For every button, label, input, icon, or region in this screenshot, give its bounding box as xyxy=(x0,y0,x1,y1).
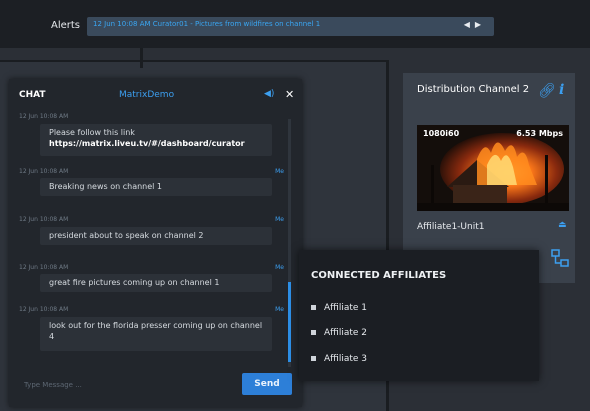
network-icon[interactable] xyxy=(551,249,569,267)
divider xyxy=(0,60,386,62)
channel-title: Distribution Channel 2 xyxy=(417,84,530,95)
message-text: president about to speak on channel 2 xyxy=(49,231,204,240)
speaker-icon[interactable]: ◀) xyxy=(264,89,274,99)
send-button[interactable]: Send xyxy=(242,373,292,395)
affiliate-item[interactable]: Affiliate 3 xyxy=(311,354,367,364)
alerts-nav: ◀▶ xyxy=(464,20,486,29)
chat-message: Breaking news on channel 1 xyxy=(40,178,272,196)
message-time: 12 Jun 10:08 AM xyxy=(19,264,69,271)
affiliate-name: Affiliate 3 xyxy=(324,354,368,364)
chat-message-list[interactable]: 12 Jun 10:08 AM Please follow this link … xyxy=(9,111,302,369)
message-time: 12 Jun 10:08 AM xyxy=(19,168,69,175)
video-resolution: 1080i60 xyxy=(423,129,460,138)
message-text: look out for the florida presser coming … xyxy=(49,321,263,341)
chat-header: CHAT MatrixDemo ◀) ✕ xyxy=(9,79,302,111)
message-sender: Me xyxy=(275,168,284,175)
affiliate-item[interactable]: Affiliate 2 xyxy=(311,328,367,338)
video-bitrate: 6.53 Mbps xyxy=(516,129,563,138)
chevron-right-icon[interactable]: ▶ xyxy=(475,20,486,29)
message-text: great fire pictures coming up on channel… xyxy=(49,278,220,287)
message-sender: Me xyxy=(275,216,284,223)
affiliate-name: Affiliate 2 xyxy=(324,328,368,338)
chat-message-input[interactable] xyxy=(18,375,240,395)
top-bar: Alerts 12 Jun 10:08 AM Curator01 - Pictu… xyxy=(0,0,590,48)
affiliates-title: CONNECTED AFFILIATES xyxy=(311,270,447,281)
chat-message: Please follow this link https://matrix.l… xyxy=(40,124,272,156)
message-text: Please follow this link xyxy=(49,128,135,137)
message-text: Breaking news on channel 1 xyxy=(49,182,163,191)
unit-name: Affiliate1-Unit1 xyxy=(417,222,485,232)
bullet-icon xyxy=(311,305,316,310)
message-meta: 12 Jun 10:08 AM Me xyxy=(19,168,284,175)
alerts-label: Alerts xyxy=(51,20,81,31)
bullet-icon xyxy=(311,356,316,361)
chat-title: CHAT xyxy=(19,90,46,100)
message-meta: 12 Jun 10:08 AM Me xyxy=(19,216,284,223)
info-icon[interactable]: i xyxy=(559,82,564,98)
video-thumbnail[interactable]: 1080i60 6.53 Mbps xyxy=(417,125,569,211)
alerts-ticker[interactable]: 12 Jun 10:08 AM Curator01 - Pictures fro… xyxy=(87,17,494,36)
chat-room-name: MatrixDemo xyxy=(119,90,175,100)
link-icon[interactable]: 🔗︎ xyxy=(538,83,556,99)
message-meta: 12 Jun 10:08 AM Me xyxy=(19,306,284,313)
chevron-left-icon[interactable]: ◀ xyxy=(464,20,475,29)
close-icon[interactable]: ✕ xyxy=(285,88,294,101)
affiliate-item[interactable]: Affiliate 1 xyxy=(311,303,367,313)
message-sender: Me xyxy=(275,306,284,313)
chat-message: great fire pictures coming up on channel… xyxy=(40,274,272,292)
alerts-message[interactable]: 12 Jun 10:08 AM Curator01 - Pictures fro… xyxy=(93,20,320,28)
affiliate-name: Affiliate 1 xyxy=(324,303,368,313)
message-time: 12 Jun 10:08 AM xyxy=(19,306,69,313)
message-meta: 12 Jun 10:08 AM Me xyxy=(19,264,284,271)
chat-message: president about to speak on channel 2 xyxy=(40,227,272,245)
divider xyxy=(140,48,143,68)
message-sender: Me xyxy=(275,264,284,271)
bullet-icon xyxy=(311,330,316,335)
chat-scrollbar-thumb[interactable] xyxy=(288,282,291,362)
message-meta: 12 Jun 10:08 AM xyxy=(19,113,284,120)
message-time: 12 Jun 10:08 AM xyxy=(19,113,69,120)
eject-icon[interactable]: ⏏︎ xyxy=(558,220,567,230)
message-time: 12 Jun 10:08 AM xyxy=(19,216,69,223)
message-link[interactable]: https://matrix.liveu.tv/#/dashboard/cura… xyxy=(49,138,266,149)
chat-panel: CHAT MatrixDemo ◀) ✕ 12 Jun 10:08 AM Ple… xyxy=(9,79,302,407)
chat-message: look out for the florida presser coming … xyxy=(40,317,272,351)
connected-affiliates-popup: CONNECTED AFFILIATES Affiliate 1 Affilia… xyxy=(299,250,539,381)
